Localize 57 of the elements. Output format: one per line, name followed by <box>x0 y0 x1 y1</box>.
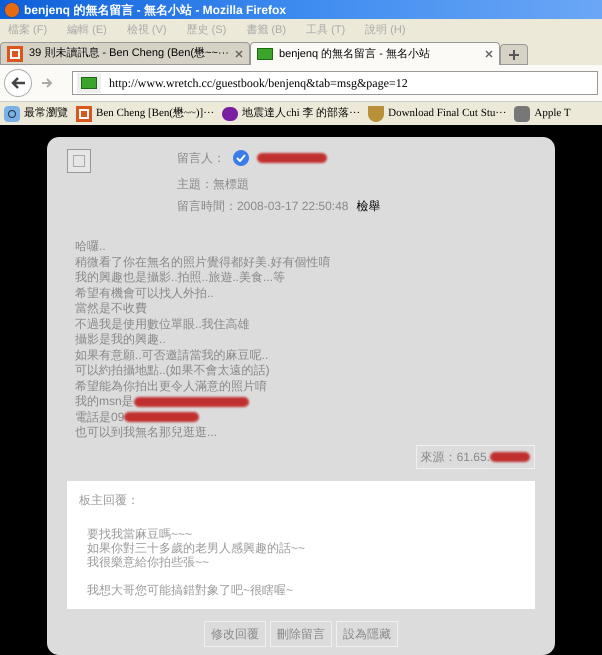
bookmark-item[interactable]: Download Final Cut Stu··· <box>368 105 506 122</box>
window-title: benjenq 的無名留言 - 無名小站 - Mozilla Firefox <box>24 2 286 18</box>
search-folder-icon <box>4 106 20 122</box>
message-line: 攝影是我的興趣.. <box>75 332 166 348</box>
redaction-mark <box>257 153 327 163</box>
bookmark-item[interactable]: Ben Cheng [Ben(懋~~)]··· <box>76 105 214 122</box>
firefox-logo-icon <box>4 2 20 18</box>
message-line: 希望能為你拍出更令人滿意的照片唷 <box>75 378 267 394</box>
menu-item[interactable]: 工具 (T) <box>306 22 346 38</box>
bookmark-item[interactable]: 地震達人chi 李 的部落··· <box>222 105 360 122</box>
reply-line: 我想大哥您可能搞錯對象了吧~很瞎喔~ <box>87 582 294 596</box>
reply-line: 如果你對三十多歲的老男人感興趣的話~~ <box>87 540 306 554</box>
message-line: 可以約拍攝地點..(如果不會太遠的話) <box>75 363 270 378</box>
close-tab-icon[interactable] <box>235 50 243 58</box>
menu-item[interactable]: 說明 (H) <box>365 22 406 38</box>
p-logo-icon <box>76 106 92 122</box>
message-line: 不過我是使用數位單眼..我住高雄 <box>75 316 250 332</box>
action-button[interactable]: 修改回覆 <box>204 620 266 646</box>
browser-tab[interactable]: 39 則未讀訊息 - Ben Cheng (Ben(懋~~··· <box>0 42 250 65</box>
browser-tab[interactable]: benjenq 的無名留言 - 無名小站 <box>250 42 500 65</box>
menu-item[interactable]: 編輯 (E) <box>67 22 107 38</box>
message-line: 稍微看了你在無名的照片覺得都好美.好有個性唷 <box>75 254 330 270</box>
subject-text: 主題：無標題 <box>177 176 250 193</box>
timestamp-text: 留言時間：2008-03-17 22:50:48 <box>177 198 348 215</box>
back-arrow-icon <box>11 77 25 89</box>
message-line: 哈囉.. <box>75 239 106 254</box>
p-logo-icon <box>7 46 23 62</box>
address-field[interactable]: http://www.wretch.cc/guestbook/benjenq&tab=msg&page=12 <box>72 71 598 95</box>
redaction-mark <box>490 452 530 462</box>
menu-item[interactable]: 檢視 (V) <box>126 22 167 38</box>
message-line: 如果有意願..可否邀請當我的麻豆呢.. <box>75 348 268 363</box>
bookmark-item[interactable]: Apple T <box>514 105 571 122</box>
forward-arrow-icon <box>42 78 54 88</box>
shield-icon <box>368 106 384 122</box>
action-button[interactable]: 刪除留言 <box>270 620 332 646</box>
reply-line: 我很樂意給你拍些張~~ <box>87 554 210 568</box>
broken-image-icon <box>67 149 91 173</box>
report-link[interactable]: 檢舉 <box>356 197 380 215</box>
menu-item[interactable]: 歷史 (S) <box>186 22 226 38</box>
message-line: 也可以到我無名那兒逛逛... <box>75 425 218 440</box>
action-button[interactable]: 設為隱藏 <box>336 620 398 646</box>
reply-label: 板主回覆： <box>79 492 140 506</box>
message-line: 電話是09 <box>75 410 124 425</box>
message-line: 我的msn是 <box>75 394 134 410</box>
back-button[interactable] <box>4 69 32 97</box>
verified-check-icon <box>233 150 249 166</box>
close-tab-icon[interactable] <box>485 50 493 58</box>
menu-item[interactable]: 檔案 (F) <box>8 22 48 38</box>
field-label: 留言人： <box>177 150 225 167</box>
source-text: 來源：61.65. <box>420 448 490 466</box>
bookmark-item[interactable]: 最常瀏覽 <box>4 105 68 122</box>
reply-line: 要找我當麻豆嗎~~~ <box>87 526 194 540</box>
new-tab-icon[interactable] <box>500 44 528 65</box>
message-line: 我的興趣也是攝影..拍照..旅遊..美食...等 <box>75 270 286 286</box>
message-line: 當然是不收費 <box>75 301 147 316</box>
menu-item[interactable]: 書籤 (B) <box>246 22 286 38</box>
message-line: 希望有機會可以找人外拍.. <box>75 286 214 301</box>
